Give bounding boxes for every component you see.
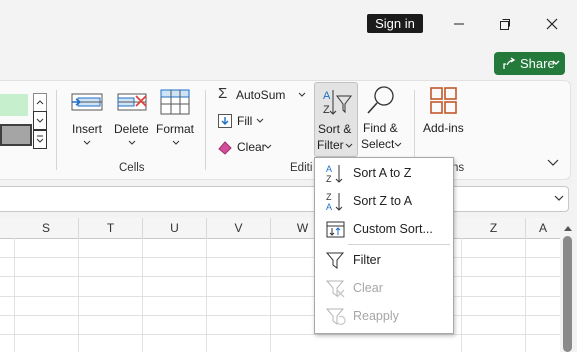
chevron-down-icon [394,142,402,147]
add-ins-button[interactable]: Add-ins [420,84,468,140]
sign-in-button[interactable]: Sign in [367,14,423,33]
delete-button[interactable]: Delete [112,86,152,152]
collapse-ribbon-button[interactable] [545,156,561,170]
chevron-down-icon [547,159,559,166]
sort-filter-icon: A Z [323,90,352,116]
share-icon [503,57,516,69]
chevron-down-icon [128,140,136,145]
find-select-button[interactable]: Find & Select [359,84,405,154]
format-button[interactable]: Format [154,86,198,152]
column-header-u[interactable]: U [143,218,207,238]
delete-cells-icon [117,93,147,111]
menu-item-filter[interactable]: Filter [315,247,451,273]
search-icon [367,86,394,114]
menu-item-clear[interactable]: Clear [315,275,451,301]
share-button[interactable]: Share [494,52,565,75]
menu-item-label: Sort A to Z [353,166,412,180]
chevron-down-icon [172,140,180,145]
menu-item-label: Filter [353,253,381,267]
sigma-icon: Σ [218,85,228,102]
title-bar [0,0,577,48]
style-good-swatch[interactable] [0,94,28,116]
chevron-down-icon [345,143,353,148]
menu-item-sort-a-to-z[interactable]: A Z Sort A to Z [315,160,451,186]
chevron-down-icon [552,60,560,65]
sort-ascending-icon: A Z [326,164,343,183]
column-header-aa[interactable]: A [526,218,560,238]
sort-filter-label-2: Filter [317,138,344,152]
find-select-label-2: Select [361,137,395,151]
menu-item-sort-z-to-a[interactable]: Z A Sort Z to A [315,188,451,214]
sort-filter-button[interactable]: A Z Sort & Filter [314,82,358,157]
chevron-down-icon [298,92,306,97]
cells-group-label: Cells [119,162,145,174]
formula-bar[interactable] [0,186,569,212]
sort-descending-icon: Z A [326,192,343,211]
minimize-icon[interactable] [447,12,471,36]
clear-filter-icon [325,280,345,298]
add-ins-icon [430,87,457,114]
column-header-s[interactable]: S [14,218,79,238]
chevron-down-icon [264,144,272,149]
add-ins-label: Add-ins [423,121,464,135]
insert-label: Insert [72,122,103,136]
svg-text:A: A [326,164,332,174]
column-header-t[interactable]: T [79,218,143,238]
insert-button[interactable]: Insert [66,86,108,152]
filter-icon [325,252,345,269]
column-header-v[interactable]: V [207,218,271,238]
autosum-button[interactable]: Σ AutoSum [214,85,310,105]
menu-item-label: Reapply [353,309,399,323]
expand-formula-bar-button[interactable] [552,191,566,205]
format-cells-icon [160,89,190,115]
gallery-scroll-up[interactable] [33,93,47,112]
delete-label: Delete [114,122,149,136]
menu-item-label: Clear [353,281,383,295]
svg-text:A: A [326,202,332,211]
menu-separator [348,244,450,245]
gallery-scroll-down[interactable] [33,111,47,130]
svg-text:Z: Z [326,174,332,183]
custom-sort-icon [326,221,345,238]
menu-item-reapply[interactable]: Reapply [315,303,451,329]
format-label: Format [156,122,195,136]
chevron-down-icon [554,195,564,201]
chevron-down-icon [256,118,264,123]
svg-text:Z: Z [326,192,332,202]
menu-item-custom-sort[interactable]: Custom Sort... [315,216,451,242]
fill-down-icon [218,114,232,128]
scroll-up-arrow-icon[interactable] [563,224,573,232]
fill-button[interactable]: Fill [214,111,274,131]
gallery-more[interactable] [33,130,47,149]
scrollbar-thumb[interactable] [563,236,572,352]
autosum-label: AutoSum [236,88,286,102]
sort-filter-label-1: Sort & [318,122,352,136]
svg-text:Z: Z [323,104,330,116]
restore-icon[interactable] [493,12,517,36]
chevron-down-icon [83,140,91,145]
close-icon[interactable] [540,12,564,36]
menu-item-label: Custom Sort... [353,222,433,236]
style-check-swatch[interactable] [0,124,32,146]
menu-item-label: Sort Z to A [353,194,413,208]
eraser-icon [218,141,232,155]
share-label: Share [520,56,555,71]
clear-label: Clear [237,140,266,154]
find-select-label-1: Find & [363,121,398,135]
reapply-filter-icon [325,308,346,326]
editing-group-label: Editi [290,162,313,174]
column-header-z[interactable]: Z [462,218,526,238]
fill-label: Fill [237,114,253,128]
insert-cells-icon [71,93,103,111]
svg-text:A: A [323,90,331,102]
clear-button[interactable]: Clear [214,137,280,157]
